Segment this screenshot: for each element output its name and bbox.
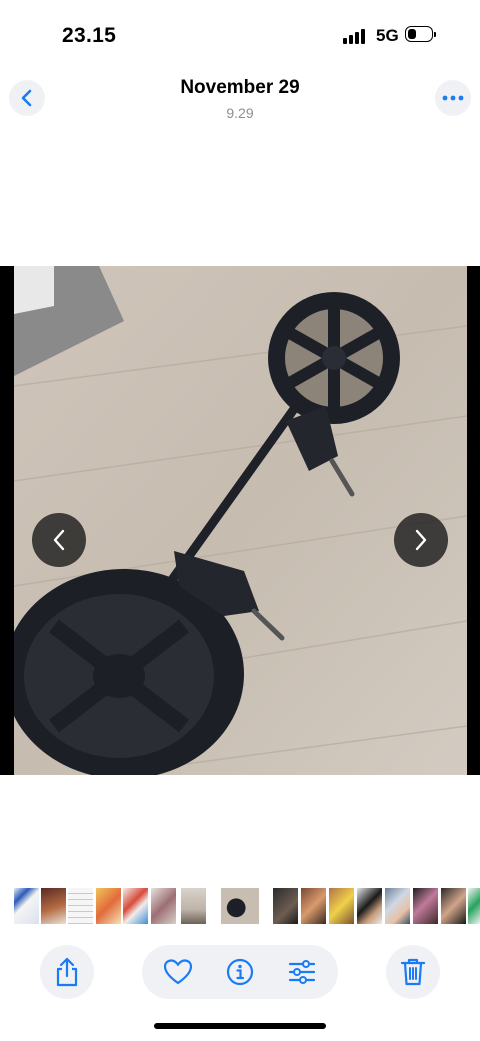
ellipsis-icon: [442, 95, 464, 101]
thumbnail[interactable]: [301, 888, 326, 924]
battery-icon: [405, 26, 437, 44]
thumbnail[interactable]: [41, 888, 66, 924]
thumbnail[interactable]: [96, 888, 121, 924]
cellular-signal-icon: [343, 28, 367, 44]
thumbnail[interactable]: [181, 888, 206, 924]
trash-icon: [400, 958, 426, 986]
thumbnail[interactable]: [385, 888, 410, 924]
action-group: [142, 945, 338, 999]
info-icon: [226, 958, 254, 986]
thumbnail[interactable]: [151, 888, 176, 924]
delete-button[interactable]: [386, 945, 440, 999]
previous-photo-button[interactable]: [32, 513, 86, 567]
thumbnail[interactable]: [329, 888, 354, 924]
status-time: 23.15: [62, 24, 117, 47]
thumbnail-current[interactable]: [221, 888, 259, 924]
thumbnail[interactable]: [357, 888, 382, 924]
thumbnail[interactable]: [14, 888, 39, 924]
sliders-icon: [288, 960, 316, 984]
next-photo-button[interactable]: [394, 513, 448, 567]
page-subtitle: 9.29: [226, 105, 254, 121]
more-options-button[interactable]: [435, 80, 471, 116]
share-button[interactable]: [40, 945, 94, 999]
home-indicator[interactable]: [154, 1023, 326, 1029]
status-bar: 23.15 5G: [0, 0, 480, 64]
chevron-right-icon: [415, 529, 427, 551]
heart-icon: [164, 959, 192, 985]
thumbnail[interactable]: [273, 888, 298, 924]
thumbnail[interactable]: [123, 888, 148, 924]
favorite-button[interactable]: [162, 956, 194, 988]
thumbnail[interactable]: [468, 888, 480, 924]
thumbnail[interactable]: [68, 888, 93, 924]
thumbnail-strip[interactable]: [0, 886, 480, 926]
photo-image: [14, 266, 467, 775]
adjust-button[interactable]: [286, 956, 318, 988]
chevron-left-icon: [53, 529, 65, 551]
thumbnail[interactable]: [441, 888, 466, 924]
page-title: November 29: [180, 77, 300, 98]
share-icon: [56, 957, 78, 987]
thumbnail[interactable]: [413, 888, 438, 924]
network-type: 5G: [376, 26, 399, 45]
bottom-toolbar: [0, 945, 480, 1001]
info-button[interactable]: [224, 956, 256, 988]
